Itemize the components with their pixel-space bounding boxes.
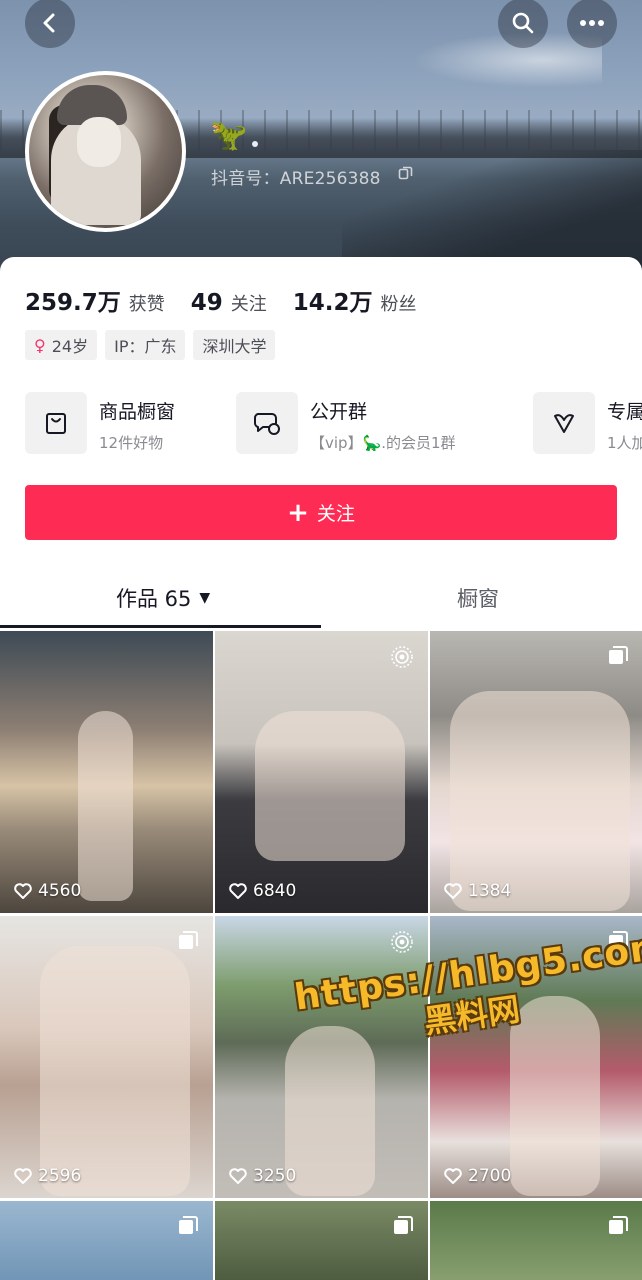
avatar-face [77, 117, 121, 167]
school-text: 深圳大学 [202, 337, 267, 356]
gallery-icon [179, 931, 198, 949]
exclusive-title: 专属 [607, 401, 642, 423]
gallery-icon [609, 1216, 628, 1234]
heart-icon [14, 883, 32, 899]
dino-emoji: 🦖 [210, 118, 248, 153]
likes-label: 获赞 [128, 294, 165, 315]
heart-icon [229, 1168, 247, 1184]
public-group-subtitle: 【vip】🦕.的会员1群 [310, 434, 456, 452]
more-horizontal-icon [580, 20, 604, 26]
following-label[interactable]: 关注 [231, 290, 267, 316]
heart-icon [229, 883, 247, 899]
shop-window-entry[interactable]: 商品橱窗 12件好物 [25, 392, 175, 454]
chat-bubble-icon [236, 392, 298, 454]
search-icon [512, 12, 534, 34]
profile-tags: ♀ 24岁 IP：广东 深圳大学 [25, 330, 276, 360]
video-likes: 4560 [14, 881, 81, 901]
feature-entries: 商品橱窗 12件好物 公开群 【vip】🦕.的会员1群 专属 1人加 [25, 392, 642, 454]
copy-icon[interactable] [398, 166, 413, 181]
video-tile-4[interactable]: 2596 [0, 916, 213, 1198]
caret-down-icon: ▼ [199, 590, 211, 606]
video-likes: 1384 [444, 881, 511, 901]
likes-count-text: 1384 [468, 881, 512, 901]
video-likes: 2596 [14, 1166, 81, 1186]
age-tag: ♀ 24岁 [25, 330, 98, 360]
cover-pier [342, 150, 642, 270]
shop-window-title: 商品橱窗 [99, 401, 176, 423]
video-likes: 2700 [444, 1166, 511, 1186]
follow-label: 关注 [316, 503, 355, 525]
heart-icon [14, 1168, 32, 1184]
age-text: 24岁 [51, 337, 89, 356]
tab-works-label: 作品 65 [116, 587, 192, 611]
more-button[interactable] [567, 0, 617, 48]
live-photo-icon [391, 931, 413, 953]
gallery-icon [179, 1216, 198, 1234]
video-tile-3[interactable]: 1384 [430, 631, 642, 913]
video-subject [78, 711, 133, 901]
likes-count-text: 6840 [253, 881, 297, 901]
public-group-title: 公开群 [310, 401, 368, 423]
video-subject [255, 711, 405, 861]
followers-label[interactable]: 粉丝 [381, 290, 417, 316]
video-tile-2[interactable]: 6840 [215, 631, 428, 913]
back-button[interactable] [25, 0, 75, 48]
live-photo-icon [391, 646, 413, 668]
video-subject [40, 946, 190, 1196]
likes-count-text: 4560 [38, 881, 82, 901]
douyin-id: 抖音号：ARE256388 [211, 169, 381, 189]
female-icon: ♀ [34, 335, 46, 355]
tab-showcase-label: 橱窗 [457, 587, 499, 611]
ip-text: IP：广东 [114, 337, 177, 356]
video-tile-7[interactable] [0, 1201, 213, 1280]
gallery-icon [394, 1216, 413, 1234]
plus-icon: + [287, 497, 309, 528]
follow-button[interactable]: + 关注 [25, 485, 617, 540]
shop-window-subtitle: 12件好物 [99, 434, 164, 452]
video-likes: 3250 [229, 1166, 296, 1186]
exclusive-subtitle: 1人加 [607, 434, 642, 452]
content-tabs: 作品 65 ▼ 橱窗 [0, 573, 642, 628]
school-tag[interactable]: 深圳大学 [193, 330, 276, 360]
public-group-entry[interactable]: 公开群 【vip】🦕.的会员1群 [236, 392, 456, 454]
heart-v-icon [533, 392, 595, 454]
video-tile-9[interactable] [430, 1201, 642, 1280]
ip-tag: IP：广东 [105, 330, 186, 360]
video-tile-1[interactable]: 4560 [0, 631, 213, 913]
avatar[interactable] [25, 71, 186, 232]
video-subject [450, 691, 630, 911]
cover-dot [252, 141, 258, 147]
gallery-icon [609, 646, 628, 664]
video-likes: 6840 [229, 881, 296, 901]
likes-count-text: 2700 [468, 1166, 512, 1186]
likes-count-text: 3250 [253, 1166, 297, 1186]
heart-icon [444, 1168, 462, 1184]
tab-showcase[interactable]: 橱窗 [457, 583, 499, 613]
shopping-bag-icon [25, 392, 87, 454]
likes-count: 259.7万 [25, 290, 121, 316]
tab-active-indicator [0, 625, 321, 628]
exclusive-entry[interactable]: 专属 1人加 [533, 392, 642, 454]
following-count[interactable]: 49 [191, 290, 223, 316]
tab-works[interactable]: 作品 65 ▼ [116, 583, 210, 613]
search-button[interactable] [498, 0, 548, 48]
followers-count[interactable]: 14.2万 [293, 283, 373, 317]
likes-count-text: 2596 [38, 1166, 82, 1186]
heart-icon [444, 883, 462, 899]
profile-card: 259.7万 获赞 49 关注 14.2万 粉丝 ♀ 24岁 IP：广东 深圳大… [0, 257, 642, 1280]
profile-stats: 259.7万 获赞 49 关注 14.2万 粉丝 [25, 283, 443, 317]
chevron-left-icon [43, 13, 55, 33]
video-tile-8[interactable] [215, 1201, 428, 1280]
